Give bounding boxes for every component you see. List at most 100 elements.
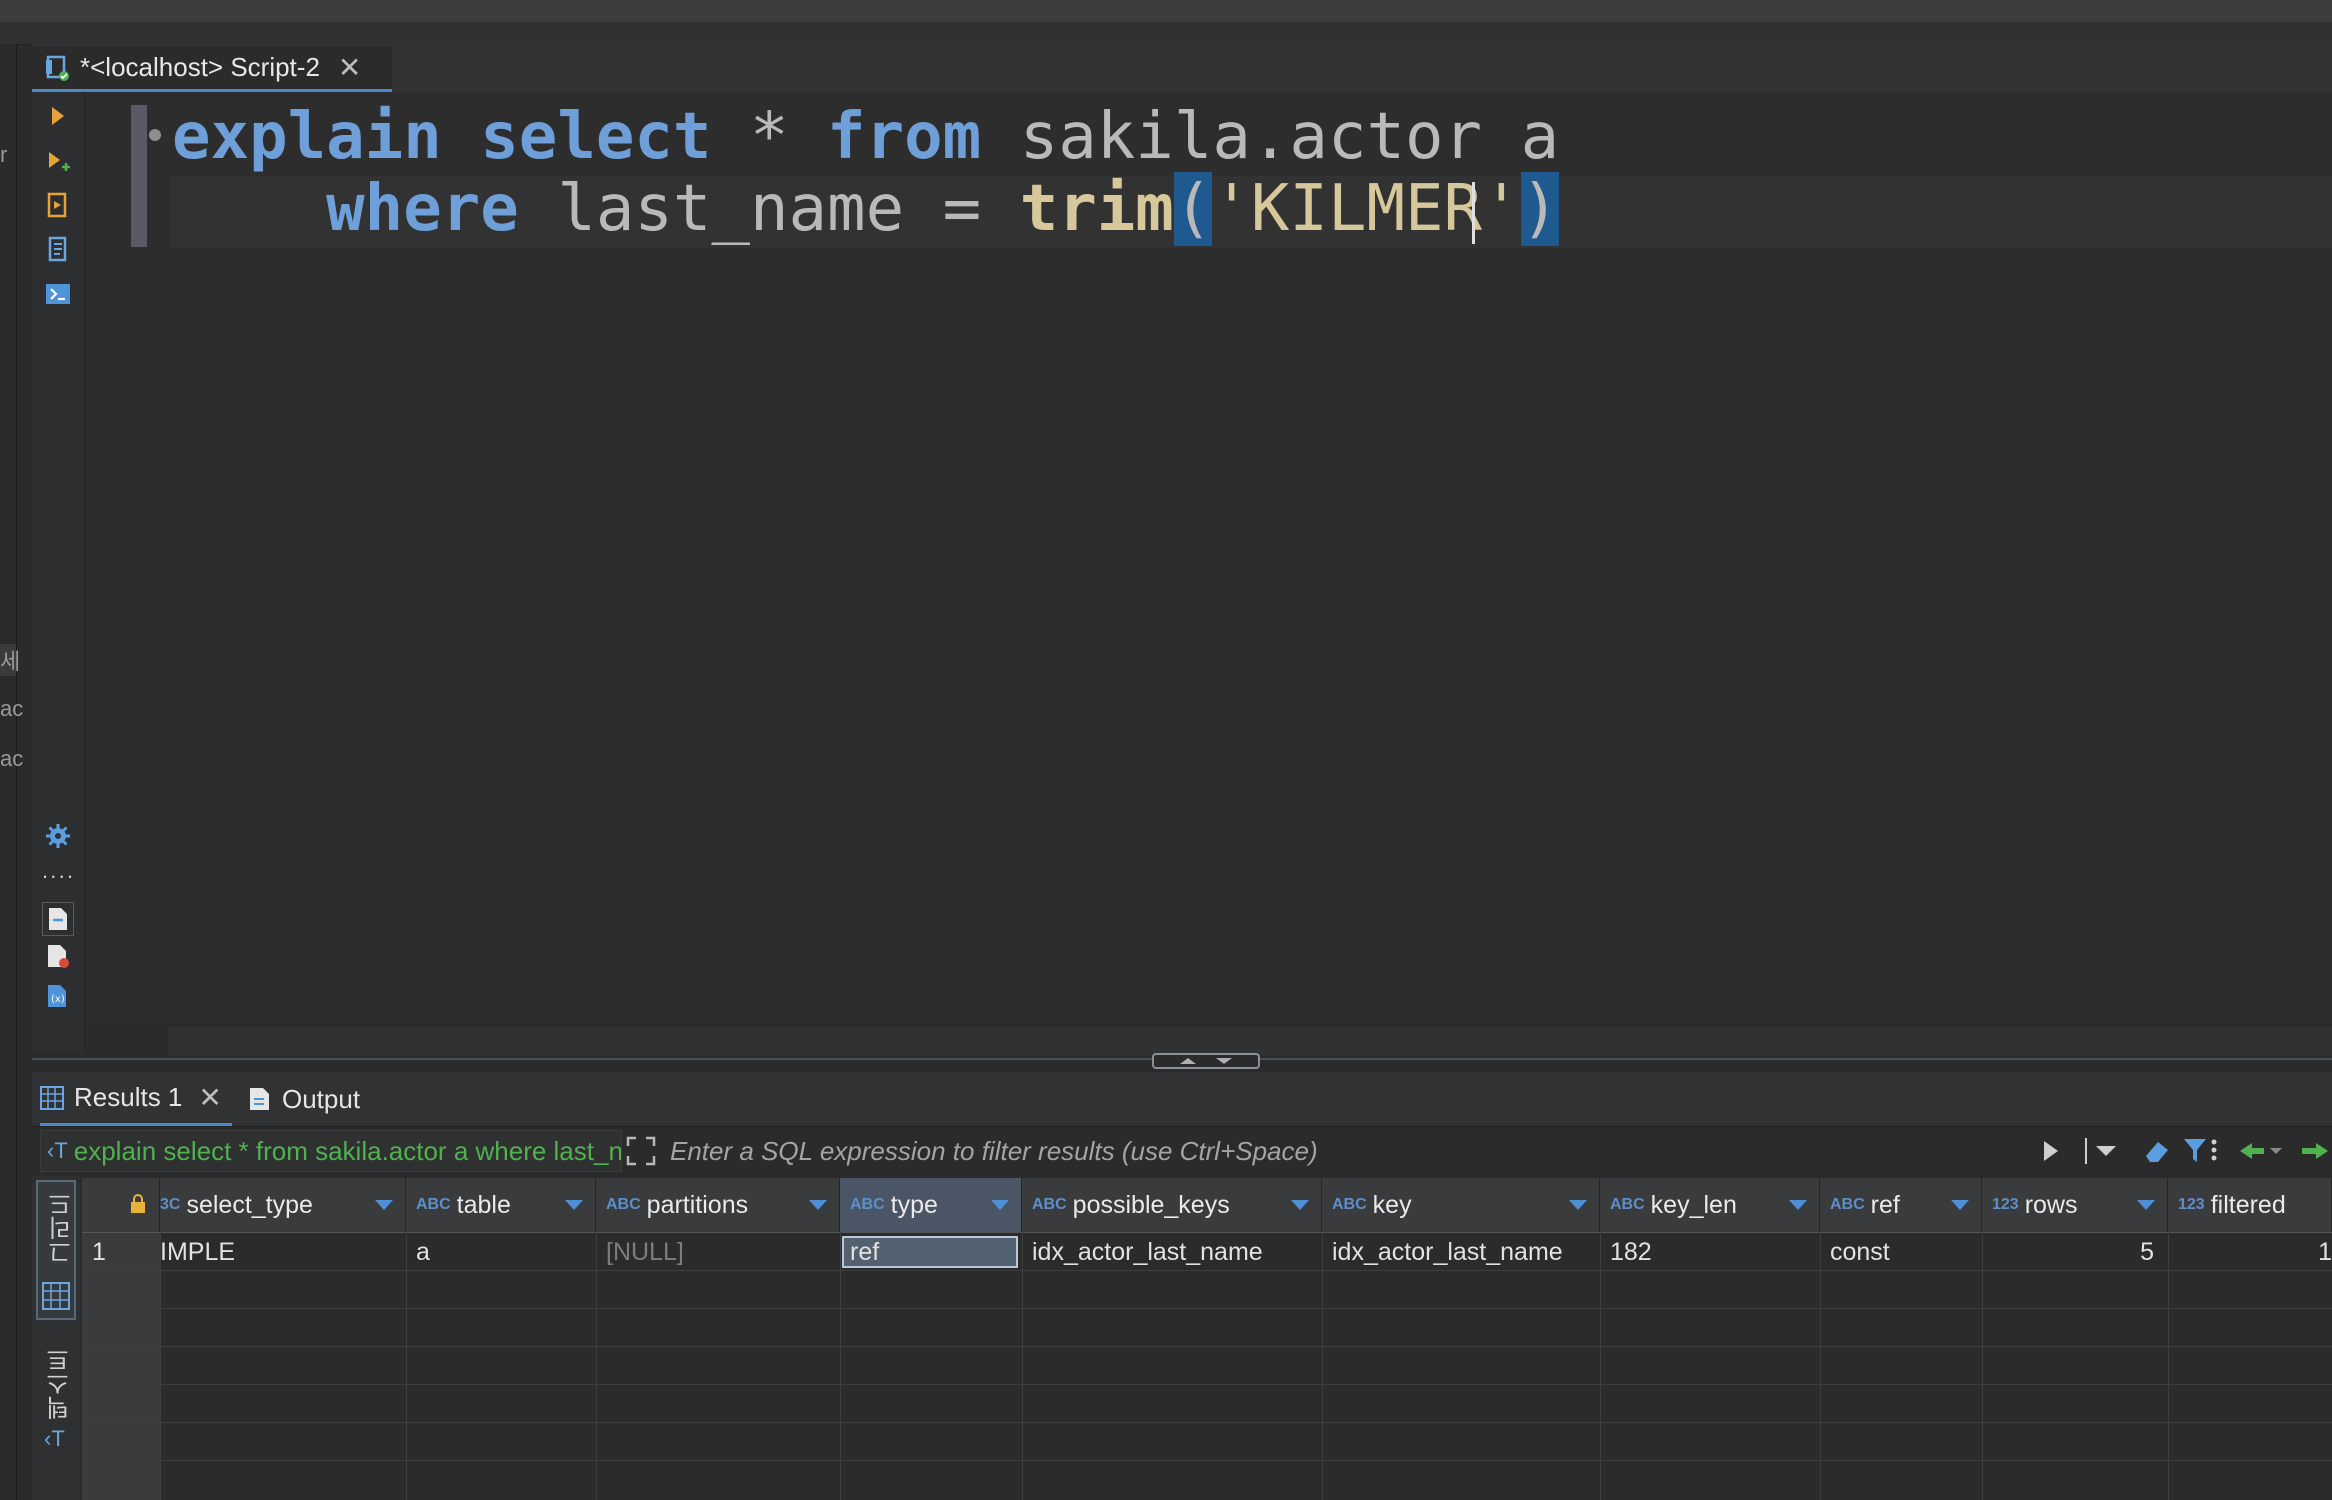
gear-icon[interactable] bbox=[44, 822, 72, 850]
grid-line bbox=[840, 1232, 841, 1500]
back-arrow-icon[interactable] bbox=[2236, 1134, 2286, 1168]
table-cell[interactable]: ref bbox=[840, 1233, 1022, 1271]
table-cell[interactable]: a bbox=[406, 1233, 596, 1271]
window-top-bar bbox=[0, 0, 2332, 22]
execute-statement-icon[interactable] bbox=[44, 102, 72, 130]
lock-icon bbox=[130, 1194, 146, 1219]
column-header-ref[interactable]: ABC ref bbox=[1820, 1178, 1982, 1232]
show-variables-icon[interactable]: (x) bbox=[44, 982, 72, 1010]
column-name: filtered bbox=[2210, 1190, 2286, 1219]
text-caret bbox=[1472, 182, 1475, 244]
splitter-handle[interactable] bbox=[1152, 1053, 1260, 1069]
tab-script-2[interactable]: *<localhost> Script-2 ✕ bbox=[32, 46, 392, 92]
type-badge: ABC bbox=[1332, 1196, 1367, 1213]
keyword: from bbox=[827, 100, 982, 174]
column-header-possible_keys[interactable]: ABC possible_keys bbox=[1022, 1178, 1322, 1232]
column-header-select_type[interactable]: 3C select_type bbox=[160, 1178, 406, 1232]
column-name: select_type bbox=[186, 1190, 313, 1219]
clipped-label: ac bbox=[0, 696, 24, 721]
column-header-key_len[interactable]: ABC key_len bbox=[1600, 1178, 1820, 1232]
grid-line bbox=[1820, 1232, 1821, 1500]
row-number[interactable]: 1 bbox=[82, 1233, 160, 1271]
sort-arrow-icon[interactable] bbox=[1569, 1200, 1587, 1210]
more-icon[interactable]: ···· bbox=[41, 862, 73, 890]
table-cell[interactable]: idx_actor_last_name bbox=[1322, 1233, 1600, 1271]
show-output-icon[interactable] bbox=[42, 902, 74, 936]
tab-results-1[interactable]: Results 1 ✕ bbox=[40, 1072, 232, 1126]
type-badge: ABC bbox=[1610, 1196, 1645, 1213]
filter-history-dropdown-icon[interactable] bbox=[2082, 1134, 2122, 1168]
clipped-label: r bbox=[0, 142, 8, 167]
sort-arrow-icon[interactable] bbox=[1291, 1200, 1309, 1210]
table-cell[interactable]: IMPLE bbox=[160, 1233, 406, 1271]
type-badge: 123 bbox=[2178, 1196, 2205, 1213]
show-log-icon[interactable] bbox=[44, 942, 72, 970]
column-header-filtered[interactable]: 123 filtered bbox=[2168, 1178, 2332, 1232]
sort-arrow-icon[interactable] bbox=[1789, 1200, 1807, 1210]
horizontal-scrollbar[interactable] bbox=[168, 1025, 2332, 1056]
sort-arrow-icon[interactable] bbox=[809, 1200, 827, 1210]
grid-line bbox=[1022, 1232, 1023, 1500]
column-name: type bbox=[890, 1190, 938, 1219]
sort-arrow-icon[interactable] bbox=[991, 1200, 1009, 1210]
column-name: rows bbox=[2024, 1190, 2078, 1219]
clipped-label: ac bbox=[0, 746, 24, 771]
column-name: table bbox=[456, 1190, 511, 1219]
sort-arrow-icon[interactable] bbox=[375, 1200, 393, 1210]
editor-toolbar-strip bbox=[0, 22, 2332, 45]
keyword: where bbox=[326, 172, 519, 246]
column-header-partitions[interactable]: ABC partitions bbox=[596, 1178, 840, 1232]
clipped-label: 세 bbox=[0, 644, 20, 676]
sql-text-icon: ‹T bbox=[47, 1138, 68, 1163]
tab-output[interactable]: Output bbox=[248, 1072, 360, 1126]
query-text-box[interactable]: ‹T explain select * from sakila.actor a … bbox=[40, 1130, 622, 1172]
column-header-type[interactable]: ABC type bbox=[840, 1178, 1022, 1232]
table-cell[interactable]: 5 bbox=[1982, 1233, 2168, 1271]
tab-grid-view[interactable]: 그리드 bbox=[36, 1180, 76, 1320]
type-badge: 3C bbox=[160, 1196, 181, 1213]
tab-label: Results 1 bbox=[74, 1082, 183, 1112]
sort-arrow-icon[interactable] bbox=[1951, 1200, 1969, 1210]
operator: = bbox=[942, 172, 982, 246]
filter-expression-input[interactable] bbox=[664, 1130, 2044, 1172]
explain-plan-icon[interactable] bbox=[44, 236, 72, 264]
keyword: explain bbox=[172, 100, 442, 174]
grid-line bbox=[82, 1460, 2332, 1461]
keyword: select bbox=[480, 100, 712, 174]
terminal-icon[interactable] bbox=[44, 280, 72, 308]
grid-line bbox=[406, 1232, 407, 1500]
table-cell[interactable]: const bbox=[1820, 1233, 1982, 1271]
close-icon[interactable]: ✕ bbox=[198, 1081, 221, 1114]
fold-icon[interactable] bbox=[149, 129, 161, 141]
bracket: ( bbox=[1173, 172, 1213, 246]
execute-in-new-tab-icon[interactable] bbox=[44, 148, 72, 176]
column-header-rows[interactable]: 123 rows bbox=[1982, 1178, 2168, 1232]
grid-line bbox=[1322, 1232, 1323, 1500]
grid-line bbox=[82, 1384, 2332, 1385]
type-badge: ABC bbox=[606, 1196, 641, 1213]
tab-label: 그리드 bbox=[48, 1192, 76, 1264]
code-line-2: where last_name = trim('KILMER') bbox=[172, 172, 1560, 246]
eraser-icon[interactable] bbox=[2138, 1134, 2174, 1168]
table-cell[interactable]: idx_actor_last_name bbox=[1022, 1233, 1322, 1271]
expand-icon[interactable] bbox=[624, 1134, 658, 1168]
table-cell[interactable]: [NULL] bbox=[596, 1233, 840, 1271]
grid-icon bbox=[42, 1282, 70, 1315]
filter-icon[interactable] bbox=[2180, 1134, 2220, 1168]
forward-arrow-icon[interactable] bbox=[2292, 1134, 2332, 1168]
column-name: key_len bbox=[1650, 1190, 1737, 1219]
grid-icon bbox=[40, 1085, 64, 1110]
sort-arrow-icon[interactable] bbox=[565, 1200, 583, 1210]
execute-script-icon[interactable] bbox=[44, 192, 72, 220]
tab-text-view[interactable]: 텍스트 ‹T bbox=[36, 1340, 76, 1460]
close-icon[interactable]: ✕ bbox=[338, 51, 361, 84]
column-header-table[interactable]: ABC table bbox=[406, 1178, 596, 1232]
column-header-key[interactable]: ABC key bbox=[1322, 1178, 1600, 1232]
operator: * bbox=[749, 100, 789, 174]
sort-arrow-icon[interactable] bbox=[2137, 1200, 2155, 1210]
column-name: possible_keys bbox=[1072, 1190, 1230, 1219]
identifier: sakila.actor a bbox=[1019, 100, 1560, 174]
table-cell[interactable]: 1 bbox=[2168, 1233, 2332, 1271]
apply-filter-icon[interactable] bbox=[2036, 1136, 2066, 1166]
table-cell[interactable]: 182 bbox=[1600, 1233, 1820, 1271]
